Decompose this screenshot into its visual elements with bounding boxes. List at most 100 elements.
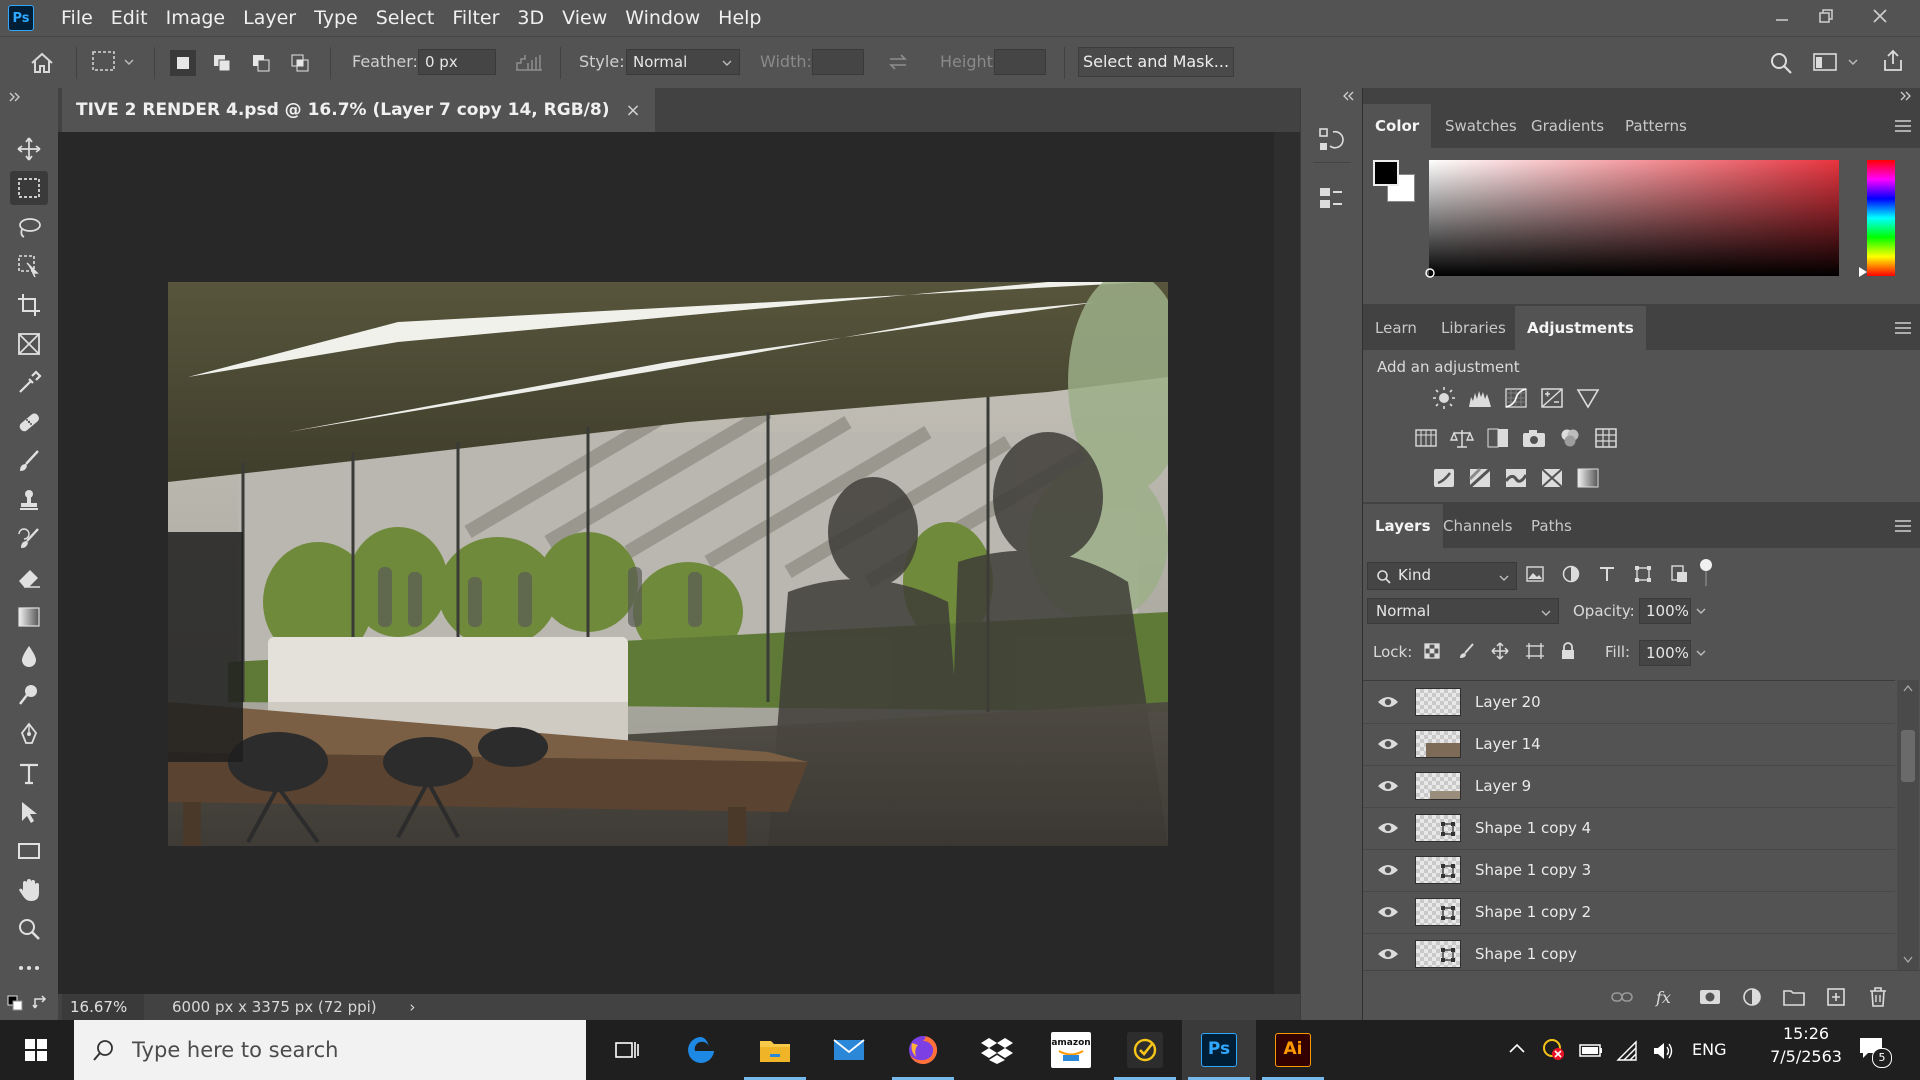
menu-image[interactable]: Image — [157, 0, 235, 36]
fill-input[interactable]: 100% — [1639, 640, 1691, 666]
menu-file[interactable]: File — [52, 0, 102, 36]
layer-row[interactable]: Shape 1 copy 3 — [1363, 850, 1895, 892]
eye-icon[interactable] — [1377, 736, 1399, 752]
subtract-selection-button[interactable] — [248, 50, 274, 76]
layer-row[interactable]: Layer 9 — [1363, 766, 1895, 808]
panel-menu-icon[interactable] — [1895, 322, 1911, 334]
brush-tool[interactable] — [10, 444, 48, 478]
taskbar-firefox[interactable] — [886, 1020, 960, 1080]
tab-channels[interactable]: Channels — [1431, 504, 1524, 548]
share-button[interactable] — [1880, 48, 1906, 74]
tab-patterns[interactable]: Patterns — [1613, 104, 1699, 148]
action-center-button[interactable]: 5 — [1858, 1036, 1892, 1068]
filter-smart-objects[interactable] — [1669, 564, 1689, 584]
pen-tool[interactable] — [10, 717, 48, 751]
more-tools[interactable] — [10, 951, 48, 985]
document-tab[interactable]: TIVE 2 RENDER 4.psd @ 16.7% (Layer 7 cop… — [62, 88, 655, 132]
fill-dropdown-icon[interactable] — [1695, 647, 1707, 659]
exposure-button[interactable] — [1539, 386, 1565, 410]
filter-type-layers[interactable] — [1597, 564, 1617, 584]
healing-brush-tool[interactable] — [10, 405, 48, 439]
taskbar-mail[interactable] — [812, 1020, 886, 1080]
filter-pixel-layers[interactable] — [1525, 564, 1545, 584]
layer-row[interactable]: Shape 1 copy 4 — [1363, 808, 1895, 850]
home-button[interactable] — [28, 49, 56, 77]
layer-style-button[interactable]: fx — [1653, 979, 1679, 1015]
crop-tool[interactable] — [10, 288, 48, 322]
filter-toggle[interactable] — [1699, 558, 1713, 588]
lock-transparent-pixels[interactable] — [1423, 642, 1441, 660]
filter-shape-layers[interactable] — [1633, 564, 1653, 584]
menu-type[interactable]: Type — [305, 0, 367, 36]
filter-adjustment-layers[interactable] — [1561, 564, 1581, 584]
hand-tool[interactable] — [10, 873, 48, 907]
tab-swatches[interactable]: Swatches — [1433, 104, 1529, 148]
lock-all[interactable] — [1559, 641, 1577, 661]
taskbar-task-view[interactable] — [590, 1020, 664, 1080]
start-button[interactable] — [0, 1020, 72, 1080]
properties-panel-button[interactable] — [1317, 184, 1345, 212]
tray-network[interactable] — [1616, 1040, 1640, 1062]
search-button[interactable] — [1768, 50, 1794, 76]
canvas-image[interactable] — [168, 282, 1168, 846]
hue-saturation-button[interactable] — [1413, 426, 1439, 450]
color-lookup-button[interactable] — [1593, 426, 1619, 450]
dodge-tool[interactable] — [10, 678, 48, 712]
eye-icon[interactable] — [1377, 778, 1399, 794]
menu-layer[interactable]: Layer — [234, 0, 305, 36]
hue-slider[interactable] — [1867, 160, 1895, 276]
opacity-dropdown-icon[interactable] — [1695, 605, 1707, 617]
swap-colors-button[interactable] — [32, 994, 50, 1012]
scroll-up-icon[interactable] — [1903, 684, 1913, 692]
taskbar-norton[interactable] — [1108, 1020, 1182, 1080]
document-info[interactable]: 6000 px x 3375 px (72 ppi) › — [172, 994, 415, 1020]
tool-preset-picker[interactable] — [90, 49, 136, 75]
posterize-button[interactable] — [1467, 466, 1493, 490]
history-panel-button[interactable] — [1317, 126, 1345, 154]
black-white-button[interactable] — [1485, 426, 1511, 450]
object-selection-tool[interactable] — [10, 249, 48, 283]
layers-scroll-thumb[interactable] — [1901, 730, 1915, 782]
minimize-button[interactable] — [1760, 0, 1804, 32]
curves-button[interactable] — [1503, 386, 1529, 410]
tab-color[interactable]: Color — [1363, 104, 1432, 148]
panel-menu-icon[interactable] — [1895, 520, 1911, 532]
eye-icon[interactable] — [1377, 820, 1399, 836]
menu-edit[interactable]: Edit — [102, 0, 157, 36]
rectangle-tool[interactable] — [10, 834, 48, 868]
selective-color-button[interactable] — [1539, 466, 1565, 490]
layer-row[interactable]: Shape 1 copy — [1363, 934, 1895, 971]
layer-row[interactable]: Shape 1 copy 2 — [1363, 892, 1895, 934]
layer-filter-dropdown[interactable]: Kind — [1367, 562, 1517, 590]
rectangular-marquee-tool[interactable] — [10, 171, 48, 205]
anti-alias-toggle[interactable] — [514, 51, 544, 73]
layers-scrollbar[interactable] — [1897, 680, 1919, 970]
eye-icon[interactable] — [1377, 862, 1399, 878]
delete-layer-button[interactable] — [1865, 979, 1891, 1015]
menu-help[interactable]: Help — [709, 0, 770, 36]
eye-icon[interactable] — [1377, 694, 1399, 710]
add-selection-button[interactable] — [209, 50, 235, 76]
tray-battery[interactable] — [1578, 1040, 1604, 1060]
opacity-input[interactable]: 100% — [1639, 598, 1691, 624]
taskbar-edge[interactable] — [664, 1020, 738, 1080]
invert-button[interactable] — [1431, 466, 1457, 490]
new-group-button[interactable] — [1781, 979, 1807, 1015]
add-mask-button[interactable] — [1697, 979, 1723, 1015]
info-menu-arrow[interactable]: › — [409, 998, 415, 1016]
tab-learn[interactable]: Learn — [1363, 306, 1429, 350]
saturation-brightness-field[interactable] — [1425, 160, 1839, 278]
canvas-area[interactable] — [58, 132, 1274, 994]
foreground-color-swatch[interactable] — [1373, 160, 1399, 186]
move-tool[interactable] — [10, 132, 48, 166]
eye-icon[interactable] — [1377, 904, 1399, 920]
menu-window[interactable]: Window — [616, 0, 709, 36]
zoom-tool[interactable] — [10, 912, 48, 946]
swap-dimensions-button[interactable] — [886, 51, 910, 73]
tab-paths[interactable]: Paths — [1519, 504, 1584, 548]
canvas-vertical-scrollbar[interactable] — [1274, 132, 1300, 994]
lock-position[interactable] — [1491, 642, 1509, 660]
eye-icon[interactable] — [1377, 946, 1399, 962]
feather-input[interactable]: 0 px — [418, 49, 496, 75]
taskbar-illustrator[interactable]: Ai — [1256, 1020, 1330, 1080]
